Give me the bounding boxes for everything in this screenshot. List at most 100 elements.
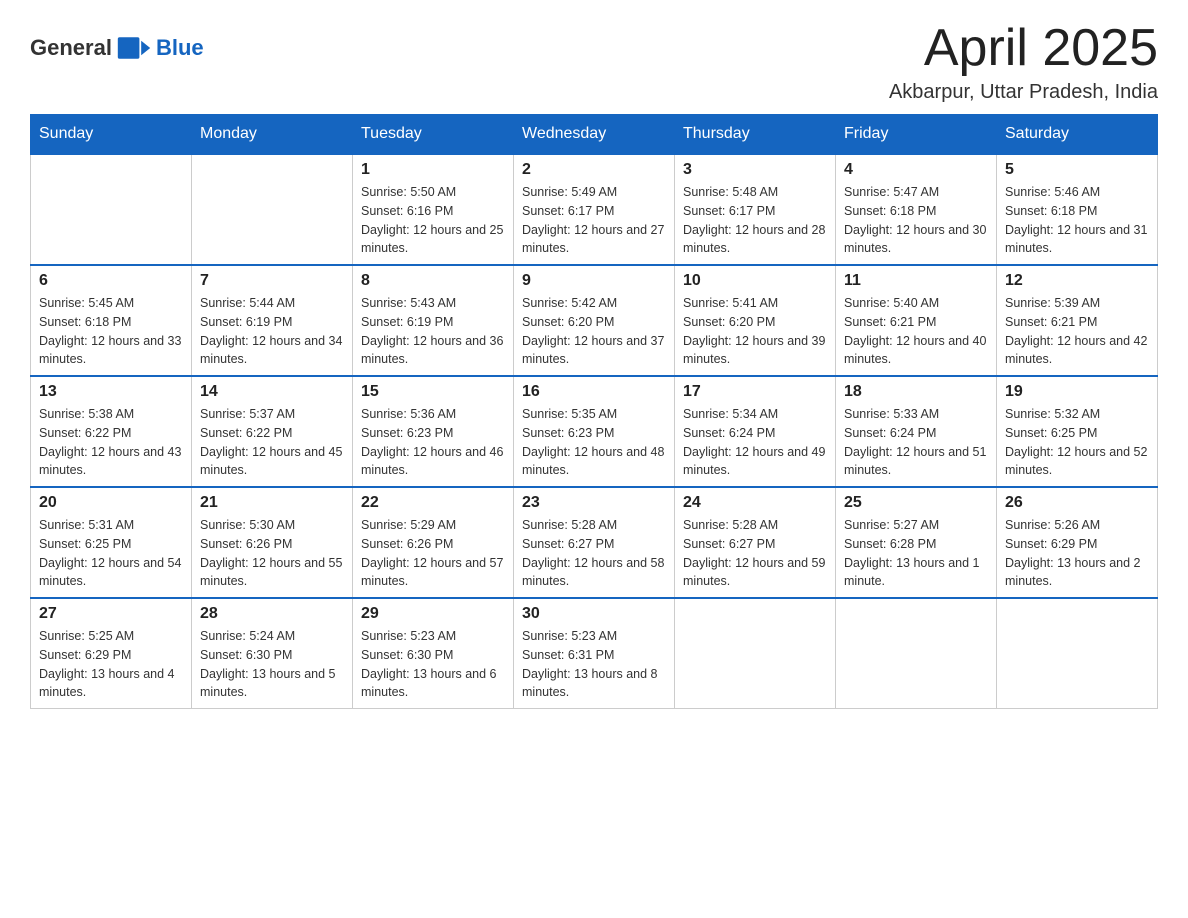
calendar-cell: 4 Sunrise: 5:47 AMSunset: 6:18 PMDaylight… <box>836 154 997 265</box>
calendar-cell: 6 Sunrise: 5:45 AMSunset: 6:18 PMDaylight… <box>31 265 192 376</box>
calendar-cell <box>31 154 192 265</box>
day-number: 20 <box>39 494 183 512</box>
calendar-cell <box>192 154 353 265</box>
day-number: 23 <box>522 494 666 512</box>
day-number: 18 <box>844 383 988 401</box>
day-number: 8 <box>361 272 505 290</box>
calendar-cell: 25 Sunrise: 5:27 AMSunset: 6:28 PMDayligh… <box>836 487 997 598</box>
day-number: 3 <box>683 161 827 179</box>
calendar-cell: 7 Sunrise: 5:44 AMSunset: 6:19 PMDaylight… <box>192 265 353 376</box>
calendar-cell <box>836 598 997 709</box>
day-info: Sunrise: 5:26 AMSunset: 6:29 PMDaylight:… <box>1005 516 1149 591</box>
day-number: 14 <box>200 383 344 401</box>
day-info: Sunrise: 5:28 AMSunset: 6:27 PMDaylight:… <box>522 516 666 591</box>
location: Akbarpur, Uttar Pradesh, India <box>889 81 1158 104</box>
day-number: 27 <box>39 605 183 623</box>
week-row-2: 6 Sunrise: 5:45 AMSunset: 6:18 PMDaylight… <box>31 265 1158 376</box>
day-info: Sunrise: 5:50 AMSunset: 6:16 PMDaylight:… <box>361 183 505 258</box>
weekday-header-tuesday: Tuesday <box>353 115 514 155</box>
week-row-4: 20 Sunrise: 5:31 AMSunset: 6:25 PMDayligh… <box>31 487 1158 598</box>
day-info: Sunrise: 5:27 AMSunset: 6:28 PMDaylight:… <box>844 516 988 591</box>
day-info: Sunrise: 5:23 AMSunset: 6:31 PMDaylight:… <box>522 627 666 702</box>
calendar-cell: 29 Sunrise: 5:23 AMSunset: 6:30 PMDayligh… <box>353 598 514 709</box>
day-info: Sunrise: 5:24 AMSunset: 6:30 PMDaylight:… <box>200 627 344 702</box>
day-number: 26 <box>1005 494 1149 512</box>
day-info: Sunrise: 5:38 AMSunset: 6:22 PMDaylight:… <box>39 405 183 480</box>
logo: General Blue <box>30 30 204 66</box>
calendar-cell: 28 Sunrise: 5:24 AMSunset: 6:30 PMDayligh… <box>192 598 353 709</box>
day-info: Sunrise: 5:46 AMSunset: 6:18 PMDaylight:… <box>1005 183 1149 258</box>
day-number: 2 <box>522 161 666 179</box>
day-info: Sunrise: 5:29 AMSunset: 6:26 PMDaylight:… <box>361 516 505 591</box>
calendar-cell: 19 Sunrise: 5:32 AMSunset: 6:25 PMDayligh… <box>997 376 1158 487</box>
day-number: 29 <box>361 605 505 623</box>
day-number: 28 <box>200 605 344 623</box>
day-number: 5 <box>1005 161 1149 179</box>
calendar-cell: 21 Sunrise: 5:30 AMSunset: 6:26 PMDayligh… <box>192 487 353 598</box>
logo-icon <box>116 30 152 66</box>
calendar-cell: 15 Sunrise: 5:36 AMSunset: 6:23 PMDayligh… <box>353 376 514 487</box>
day-number: 22 <box>361 494 505 512</box>
calendar-cell: 3Sunrise: 5:48 AMSunset: 6:17 PMDaylight… <box>675 154 836 265</box>
calendar-cell: 27Sunrise: 5:25 AMSunset: 6:29 PMDayligh… <box>31 598 192 709</box>
day-info: Sunrise: 5:23 AMSunset: 6:30 PMDaylight:… <box>361 627 505 702</box>
day-info: Sunrise: 5:47 AMSunset: 6:18 PMDaylight:… <box>844 183 988 258</box>
weekday-header-friday: Friday <box>836 115 997 155</box>
day-number: 25 <box>844 494 988 512</box>
day-info: Sunrise: 5:41 AMSunset: 6:20 PMDaylight:… <box>683 294 827 369</box>
weekday-header-sunday: Sunday <box>31 115 192 155</box>
calendar-cell: 16 Sunrise: 5:35 AMSunset: 6:23 PMDayligh… <box>514 376 675 487</box>
calendar-cell <box>675 598 836 709</box>
calendar-cell: 2 Sunrise: 5:49 AMSunset: 6:17 PMDaylight… <box>514 154 675 265</box>
day-number: 7 <box>200 272 344 290</box>
logo-general-text: General <box>30 35 112 61</box>
day-info: Sunrise: 5:32 AMSunset: 6:25 PMDaylight:… <box>1005 405 1149 480</box>
day-number: 11 <box>844 272 988 290</box>
calendar-cell: 30 Sunrise: 5:23 AMSunset: 6:31 PMDayligh… <box>514 598 675 709</box>
day-number: 19 <box>1005 383 1149 401</box>
day-number: 1 <box>361 161 505 179</box>
day-number: 16 <box>522 383 666 401</box>
day-number: 24 <box>683 494 827 512</box>
day-number: 4 <box>844 161 988 179</box>
calendar-cell: 9Sunrise: 5:42 AMSunset: 6:20 PMDaylight… <box>514 265 675 376</box>
week-row-3: 13Sunrise: 5:38 AMSunset: 6:22 PMDayligh… <box>31 376 1158 487</box>
day-info: Sunrise: 5:40 AMSunset: 6:21 PMDaylight:… <box>844 294 988 369</box>
calendar: SundayMondayTuesdayWednesdayThursdayFrid… <box>30 114 1158 709</box>
calendar-cell: 26 Sunrise: 5:26 AMSunset: 6:29 PMDayligh… <box>997 487 1158 598</box>
day-number: 30 <box>522 605 666 623</box>
calendar-cell: 23 Sunrise: 5:28 AMSunset: 6:27 PMDayligh… <box>514 487 675 598</box>
week-row-1: 1 Sunrise: 5:50 AMSunset: 6:16 PMDaylight… <box>31 154 1158 265</box>
day-number: 6 <box>39 272 183 290</box>
day-number: 10 <box>683 272 827 290</box>
day-info: Sunrise: 5:49 AMSunset: 6:17 PMDaylight:… <box>522 183 666 258</box>
calendar-cell: 13Sunrise: 5:38 AMSunset: 6:22 PMDayligh… <box>31 376 192 487</box>
calendar-cell: 22 Sunrise: 5:29 AMSunset: 6:26 PMDayligh… <box>353 487 514 598</box>
day-info: Sunrise: 5:44 AMSunset: 6:19 PMDaylight:… <box>200 294 344 369</box>
day-number: 21 <box>200 494 344 512</box>
weekday-header-wednesday: Wednesday <box>514 115 675 155</box>
weekday-header-thursday: Thursday <box>675 115 836 155</box>
day-info: Sunrise: 5:28 AMSunset: 6:27 PMDaylight:… <box>683 516 827 591</box>
day-info: Sunrise: 5:45 AMSunset: 6:18 PMDaylight:… <box>39 294 183 369</box>
weekday-header-monday: Monday <box>192 115 353 155</box>
calendar-cell: 8 Sunrise: 5:43 AMSunset: 6:19 PMDaylight… <box>353 265 514 376</box>
calendar-cell: 20 Sunrise: 5:31 AMSunset: 6:25 PMDayligh… <box>31 487 192 598</box>
weekday-header-saturday: Saturday <box>997 115 1158 155</box>
day-info: Sunrise: 5:34 AMSunset: 6:24 PMDaylight:… <box>683 405 827 480</box>
day-info: Sunrise: 5:35 AMSunset: 6:23 PMDaylight:… <box>522 405 666 480</box>
calendar-cell: 1 Sunrise: 5:50 AMSunset: 6:16 PMDaylight… <box>353 154 514 265</box>
calendar-cell: 10 Sunrise: 5:41 AMSunset: 6:20 PMDayligh… <box>675 265 836 376</box>
day-info: Sunrise: 5:43 AMSunset: 6:19 PMDaylight:… <box>361 294 505 369</box>
day-info: Sunrise: 5:31 AMSunset: 6:25 PMDaylight:… <box>39 516 183 591</box>
calendar-cell: 11 Sunrise: 5:40 AMSunset: 6:21 PMDayligh… <box>836 265 997 376</box>
day-info: Sunrise: 5:39 AMSunset: 6:21 PMDaylight:… <box>1005 294 1149 369</box>
day-number: 15 <box>361 383 505 401</box>
day-info: Sunrise: 5:30 AMSunset: 6:26 PMDaylight:… <box>200 516 344 591</box>
day-number: 12 <box>1005 272 1149 290</box>
day-info: Sunrise: 5:36 AMSunset: 6:23 PMDaylight:… <box>361 405 505 480</box>
calendar-cell <box>997 598 1158 709</box>
day-number: 17 <box>683 383 827 401</box>
calendar-cell: 18Sunrise: 5:33 AMSunset: 6:24 PMDayligh… <box>836 376 997 487</box>
logo-blue-text: Blue <box>156 35 204 61</box>
